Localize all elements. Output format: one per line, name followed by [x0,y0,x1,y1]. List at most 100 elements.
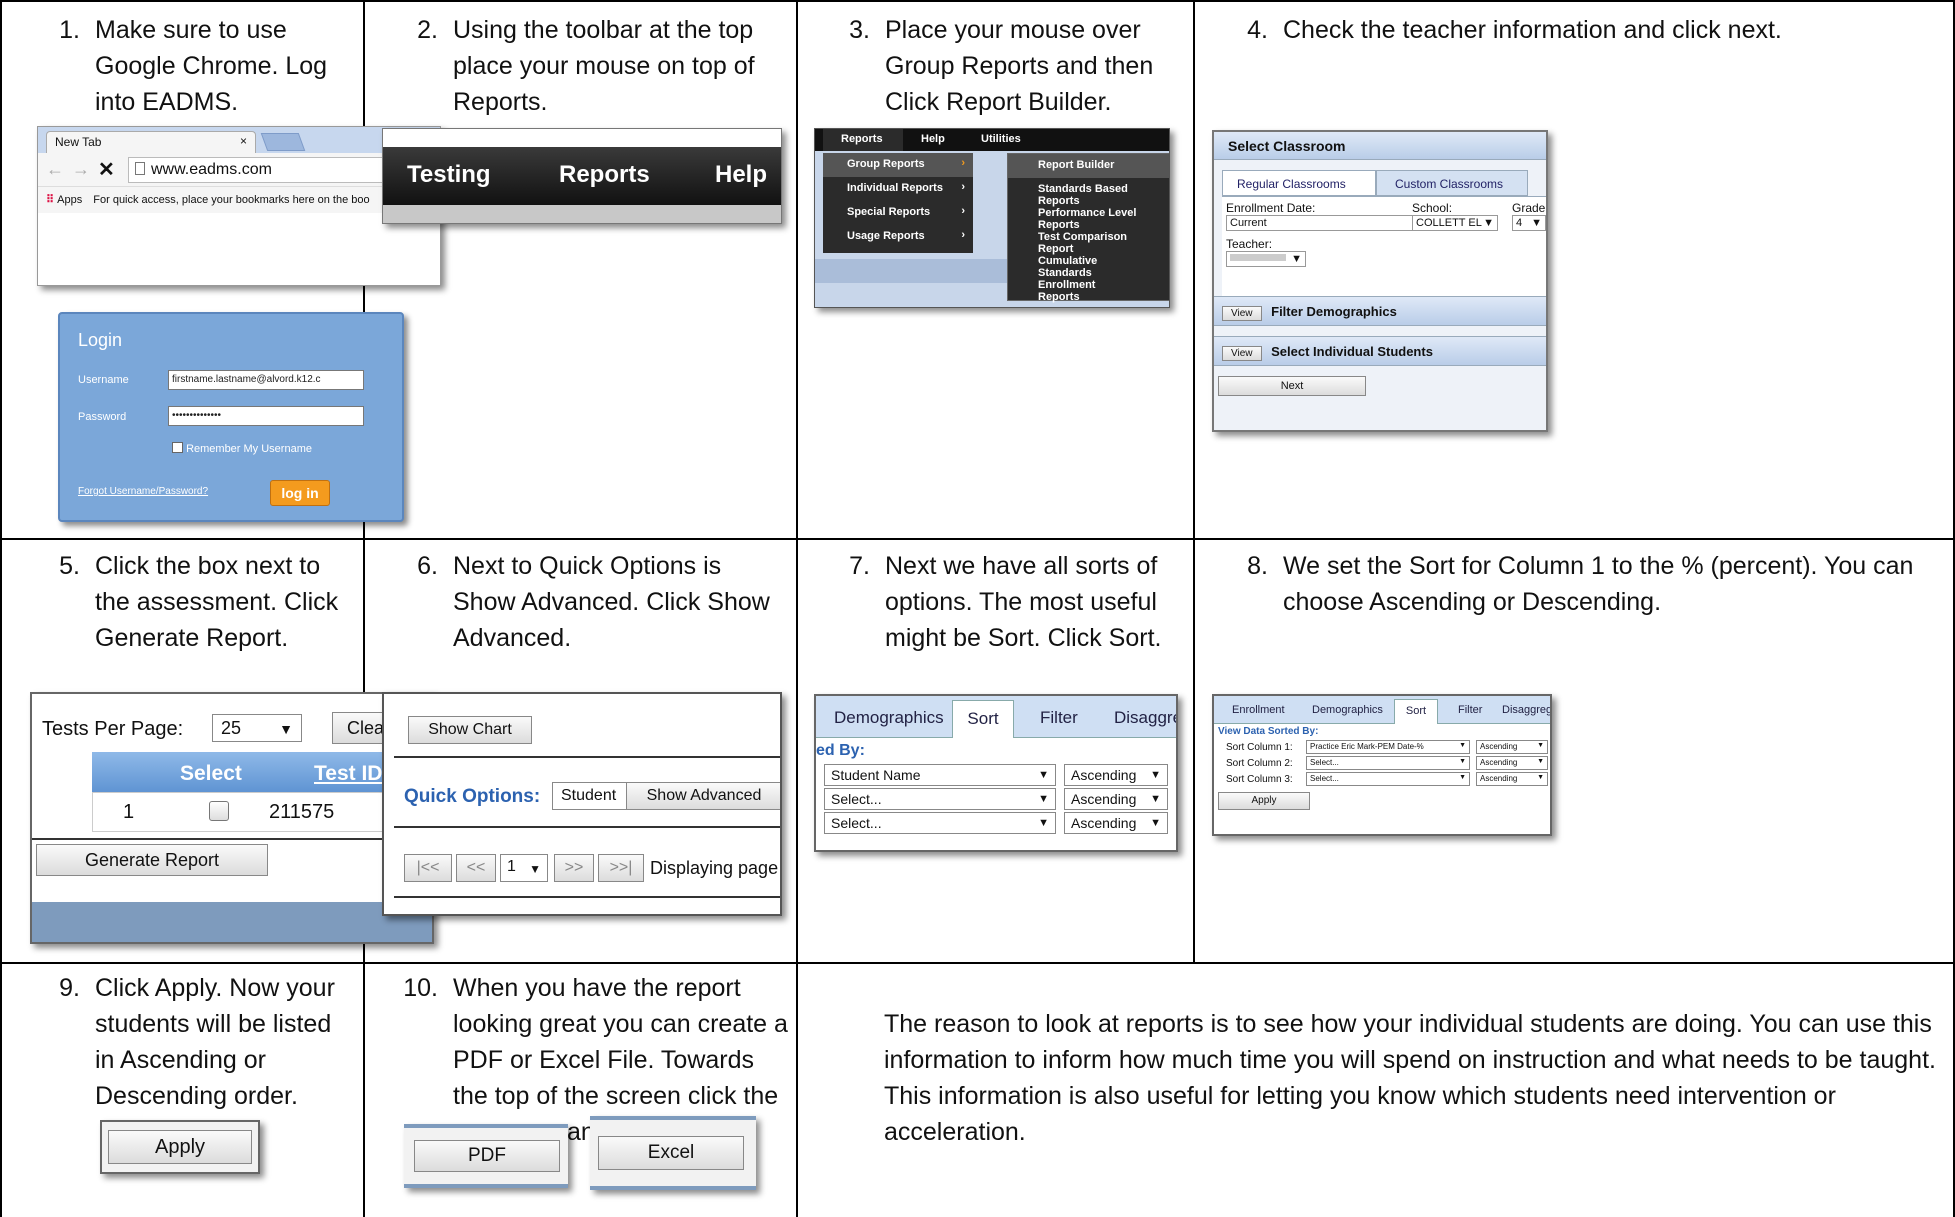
dropdown-icon: ▼ [1150,817,1161,829]
login-button[interactable]: log in [270,480,330,506]
next-page-button[interactable]: >> [554,854,594,882]
group-menu: Group Reports › Individual Reports › Speci… [823,153,973,253]
remember-checkbox[interactable]: Remember My Username [172,442,312,455]
excel-button[interactable]: Excel [598,1136,744,1170]
row-divider [2,538,1955,540]
step-5-text: Click the box next to the assessment. Cl… [95,552,339,652]
menu-help[interactable]: Help [921,133,945,145]
tab-sort[interactable]: Sort [1394,699,1438,724]
row-divider [2,0,1955,2]
page-select[interactable]: 1 ▼ [500,854,548,882]
forward-icon[interactable]: → [72,159,90,180]
view-button[interactable]: View [1222,306,1262,321]
tab-filter[interactable]: Filter [1040,708,1078,728]
col-test-id[interactable]: Test ID [314,762,382,786]
menu-report-builder[interactable]: Report Builder [1008,154,1169,178]
teacher-label: Teacher: [1226,237,1273,251]
sort-order-select[interactable]: Ascending ▼ [1476,772,1548,786]
nav-help[interactable]: Help [715,161,767,189]
menu-utilities[interactable]: Utilities [981,133,1021,145]
tab-custom-classrooms[interactable]: Custom Classrooms [1376,170,1528,196]
dropdown-icon: ▼ [1459,742,1466,749]
select-individual-bar: View Select Individual Students [1214,336,1546,366]
dropdown-icon: ▼ [1038,817,1049,829]
dropdown-icon: ▼ [1537,758,1544,765]
show-chart-button[interactable]: Show Chart [408,716,532,744]
teacher-select[interactable]: ▼ [1226,251,1306,267]
sort-field-select[interactable]: Select... ▼ [1306,772,1470,786]
menu-individual-reports[interactable]: Individual Reports › [823,177,973,201]
menu-special-reports[interactable]: Special Reports › [823,201,973,225]
tab-disaggregate[interactable]: Disaggreg [1502,704,1550,716]
view-button[interactable]: View [1222,346,1262,361]
pdf-button[interactable]: PDF [414,1140,560,1172]
sort-column-label: Sort Column 3: [1226,774,1293,785]
prev-page-button[interactable]: << [456,854,496,882]
select-checkbox[interactable] [209,801,229,821]
sort-order-select[interactable]: Ascending ▼ [1064,812,1168,834]
tab-regular-classrooms[interactable]: Regular Classrooms [1222,170,1376,196]
apply-button[interactable]: Apply [1218,792,1310,810]
school-select[interactable]: COLLETT EL ▼ [1412,215,1498,231]
sort-order-select[interactable]: Ascending ▼ [1476,756,1548,770]
sort-field-select[interactable]: Student Name ▼ [824,764,1056,786]
nav-reports[interactable]: Reports [559,161,650,189]
next-button[interactable]: Next [1218,376,1366,396]
dropdown-icon: ▼ [1291,253,1302,265]
forgot-password-link[interactable]: Forgot Username/Password? [78,486,208,497]
menu-standards-based[interactable]: Standards Based Reports [1008,178,1169,207]
tab-sort[interactable]: Sort [952,700,1014,738]
menu-test-comparison[interactable]: Test Comparison Report [1008,226,1169,255]
enrollment-select[interactable]: Current▼ [1226,215,1432,231]
chrome-tab[interactable]: New Tab × [46,131,256,153]
chevron-right-icon: › [961,205,965,217]
sort-order-select[interactable]: Ascending ▼ [1476,740,1548,754]
show-advanced-button[interactable]: Show Advanced [626,782,780,810]
school-label: School: [1412,201,1453,215]
footer-band [32,902,432,942]
new-tab-button[interactable] [260,133,306,151]
menu-usage-reports[interactable]: Usage Reports › [823,225,973,249]
tab-enrollment[interactable]: Enrollment [1232,704,1285,716]
username-input[interactable]: firstname.lastname@alvord.k12.c [168,370,364,390]
excel-button-screenshot: Excel [590,1116,756,1190]
tests-per-page-label: Tests Per Page: [42,718,184,740]
last-page-button[interactable]: >>| [598,854,644,882]
classroom-panel: Enrollment Date: Current▼ School: COLLET… [1222,196,1546,296]
dropdown-icon: ▼ [279,721,293,737]
menu-cumulative-standards[interactable]: Cumulative Standards [1008,250,1169,279]
dropdown-icon: ▼ [1150,769,1161,781]
tab-filter[interactable]: Filter [1458,704,1482,716]
menu-group-reports[interactable]: Group Reports › [823,153,973,177]
tab-disaggregate[interactable]: Disaggreg [1114,708,1176,728]
redacted-name [1230,254,1286,261]
back-icon[interactable]: ← [46,159,64,180]
first-page-button[interactable]: |<< [404,854,452,882]
menu-performance-level[interactable]: Performance Level Reports [1008,202,1169,231]
grade-select[interactable]: 4 ▼ [1512,215,1546,231]
row-number: 1 [123,801,135,823]
apply-button[interactable]: Apply [108,1130,252,1164]
sort-field-select[interactable]: Practice Eric Mark-PEM Date-% ▼ [1306,740,1470,754]
tab-demographics[interactable]: Demographics [1312,704,1383,716]
chevron-right-icon: › [961,229,965,241]
sort-order-select[interactable]: Ascending ▼ [1064,788,1168,810]
menu-reports[interactable]: Reports [823,129,903,151]
apps-icon[interactable]: ⠿ [46,194,54,206]
tab-demographics[interactable]: Demographics [834,708,944,728]
per-page-select[interactable]: 25 ▼ [212,714,302,742]
sort-field-select[interactable]: Select... ▼ [1306,756,1470,770]
sort-field-select[interactable]: Select... ▼ [824,788,1056,810]
checkbox-icon[interactable] [172,442,183,453]
stop-icon[interactable]: ✕ [98,157,115,182]
dropdown-icon: ▼ [1459,774,1466,781]
sort-field-select[interactable]: Select... ▼ [824,812,1056,834]
tab-bar: Enrollment Demographics Sort Filter Disa… [1214,696,1550,724]
nav-testing[interactable]: Testing [407,161,491,189]
generate-report-button[interactable]: Generate Report [36,844,268,876]
dropdown-icon: ▼ [1537,774,1544,781]
divider [394,896,780,898]
sort-order-select[interactable]: Ascending ▼ [1064,764,1168,786]
password-input[interactable]: •••••••••••••• [168,406,364,426]
close-icon[interactable]: × [240,134,247,148]
